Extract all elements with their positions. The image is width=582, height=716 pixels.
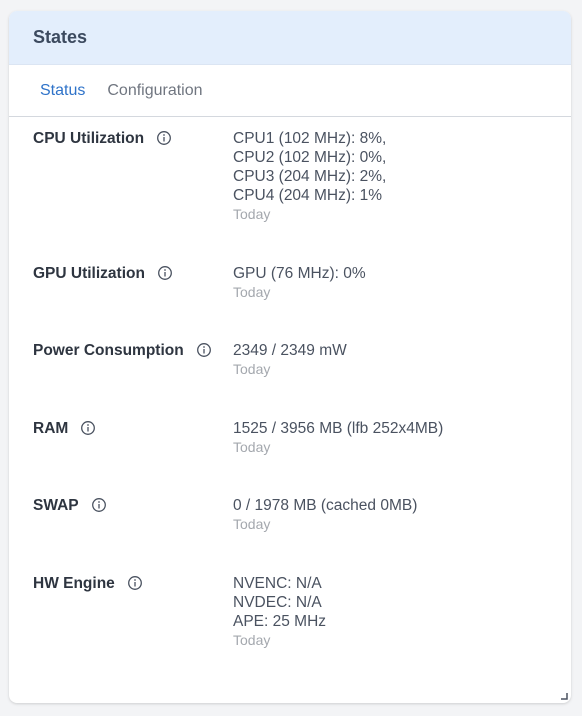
row-label: RAM [33,420,69,437]
value-line: 1525 / 3956 MB (lfb 252x4MB) [233,420,444,437]
tab-configuration[interactable]: Configuration [107,82,202,100]
value-line: 2349 / 2349 mW [233,342,347,359]
row-value: CPU1 (102 MHz): 8%, CPU2 (102 MHz): 0%, … [233,129,386,264]
value-line: GPU (76 MHz): 0% [233,265,366,282]
value-line: APE: 25 MHz [233,613,327,630]
tab-bar: Status Configuration [9,65,571,117]
row-cpu-utilization: CPU Utilization CPU1 (102 MHz): 8%, CPU2… [9,129,571,264]
row-ram: RAM 1525 / 3956 MB (lfb 252x4MB) Today [9,419,571,496]
row-value: 2349 / 2349 mW Today [233,341,347,419]
card-title: States [33,27,88,47]
row-label: Power Consumption [33,342,184,359]
row-value: 0 / 1978 MB (cached 0MB) Today [233,496,417,574]
timestamp: Today [233,284,271,300]
status-rows: CPU Utilization CPU1 (102 MHz): 8%, CPU2… [9,117,571,674]
value-line: CPU2 (102 MHz): 0%, [233,149,387,166]
row-gpu-utilization: GPU Utilization GPU (76 MHz): 0% Today [9,264,571,341]
row-power-consumption: Power Consumption 2349 / 2349 mW Today [9,341,571,419]
row-hw-engine: HW Engine NVENC: N/A NVDEC: N/A APE: 25 … [9,574,571,674]
info-icon[interactable] [80,420,96,436]
value-line: CPU4 (204 MHz): 1% [233,187,383,204]
row-swap: SWAP 0 / 1978 MB (cached 0MB) Today [9,496,571,574]
row-label: SWAP [33,497,79,514]
timestamp: Today [233,632,271,648]
row-label: HW Engine [33,575,115,592]
timestamp: Today [233,361,271,377]
card-header: States [9,11,571,65]
value-line: NVENC: N/A [233,575,322,592]
timestamp: Today [233,516,271,532]
row-value: NVENC: N/A NVDEC: N/A APE: 25 MHz Today [233,574,326,674]
info-icon[interactable] [196,342,212,358]
value-line: 0 / 1978 MB (cached 0MB) [233,497,418,514]
value-line: CPU1 (102 MHz): 8%, [233,130,387,147]
tab-status[interactable]: Status [40,82,85,100]
info-icon[interactable] [127,575,143,591]
states-card: States Status Configuration CPU Utilizat… [9,11,571,703]
row-label: CPU Utilization [33,130,145,147]
value-line: CPU3 (204 MHz): 2%, [233,168,387,185]
timestamp: Today [233,206,271,222]
row-value: 1525 / 3956 MB (lfb 252x4MB) Today [233,419,443,496]
info-icon[interactable] [157,265,173,281]
value-line: NVDEC: N/A [233,594,322,611]
resize-handle-icon[interactable] [560,692,568,700]
info-icon[interactable] [156,130,172,146]
timestamp: Today [233,439,271,455]
info-icon[interactable] [91,497,107,513]
row-value: GPU (76 MHz): 0% Today [233,264,366,341]
row-label: GPU Utilization [33,265,145,282]
